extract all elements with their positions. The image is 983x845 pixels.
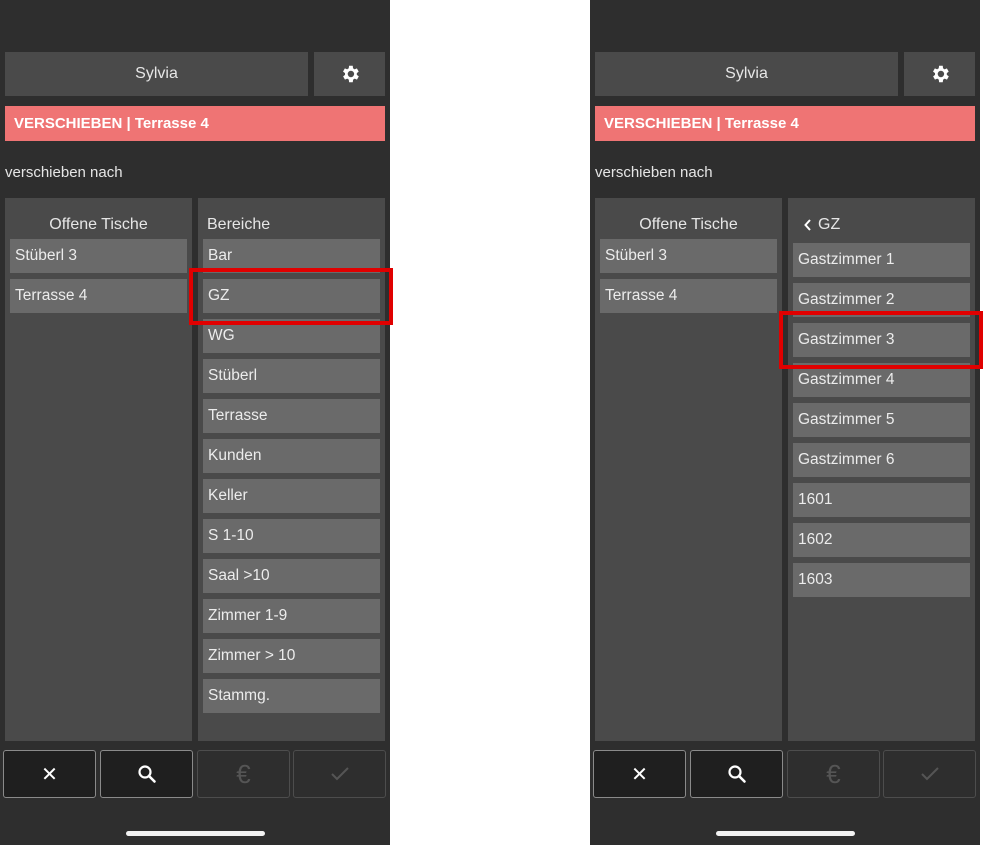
area-item-kunden[interactable]: Kunden: [203, 439, 380, 473]
cancel-button[interactable]: ✕: [3, 750, 96, 798]
move-banner: VERSCHIEBEN | Terrasse 4: [595, 106, 975, 141]
move-banner: VERSCHIEBEN | Terrasse 4: [5, 106, 385, 141]
back-button[interactable]: GZ: [804, 216, 840, 234]
pay-button[interactable]: €: [787, 750, 880, 798]
right-screen: Sylvia VERSCHIEBEN | Terrasse 4 verschie…: [590, 0, 980, 845]
area-item-terrasse[interactable]: Terrasse: [203, 399, 380, 433]
area-item-stammg[interactable]: Stammg.: [203, 679, 380, 713]
highlight-box-gz: [189, 268, 393, 325]
bottom-toolbar: ✕ €: [3, 750, 388, 800]
open-tables-panel: Offene Tische Stüberl 3 Terrasse 4: [5, 198, 192, 741]
gear-icon: [342, 65, 359, 83]
room-item[interactable]: 1601: [793, 483, 970, 517]
room-item[interactable]: 1603: [793, 563, 970, 597]
room-item[interactable]: Gastzimmer 6: [793, 443, 970, 477]
areas-title: Bereiche: [207, 216, 271, 233]
move-to-label: verschieben nach: [595, 164, 713, 181]
left-screen: Sylvia VERSCHIEBEN | Terrasse 4 verschie…: [0, 0, 390, 845]
euro-icon: €: [826, 758, 841, 789]
check-icon: [330, 767, 349, 781]
home-indicator: [716, 831, 855, 836]
close-icon: ✕: [631, 763, 648, 786]
user-button[interactable]: Sylvia: [5, 52, 308, 96]
chevron-left-icon: [804, 219, 811, 231]
area-item-zimmer-10[interactable]: Zimmer > 10: [203, 639, 380, 673]
area-item-s1-10[interactable]: S 1-10: [203, 519, 380, 553]
pay-button[interactable]: €: [197, 750, 290, 798]
highlight-box-gastzimmer-3: [779, 311, 983, 369]
room-item[interactable]: Gastzimmer 5: [793, 403, 970, 437]
open-table-item[interactable]: Terrasse 4: [600, 279, 777, 313]
settings-button[interactable]: [904, 52, 975, 96]
open-table-item[interactable]: Stüberl 3: [600, 239, 777, 273]
room-item[interactable]: 1602: [793, 523, 970, 557]
close-icon: ✕: [41, 763, 58, 786]
check-icon: [920, 767, 939, 781]
settings-button[interactable]: [314, 52, 385, 96]
open-tables-title: Offene Tische: [49, 216, 148, 233]
search-icon: [727, 765, 746, 783]
open-table-item[interactable]: Stüberl 3: [10, 239, 187, 273]
cancel-button[interactable]: ✕: [593, 750, 686, 798]
room-item[interactable]: Gastzimmer 1: [793, 243, 970, 277]
confirm-button[interactable]: [883, 750, 976, 798]
user-button[interactable]: Sylvia: [595, 52, 898, 96]
home-indicator: [126, 831, 265, 836]
open-table-item[interactable]: Terrasse 4: [10, 279, 187, 313]
open-tables-title: Offene Tische: [639, 216, 738, 233]
euro-icon: €: [236, 758, 251, 789]
area-item-zimmer-1-9[interactable]: Zimmer 1-9: [203, 599, 380, 633]
open-tables-panel: Offene Tische Stüberl 3 Terrasse 4: [595, 198, 782, 741]
back-title-label: GZ: [818, 216, 841, 233]
area-item-keller[interactable]: Keller: [203, 479, 380, 513]
move-to-label: verschieben nach: [5, 164, 123, 181]
search-button[interactable]: [100, 750, 193, 798]
search-icon: [137, 765, 156, 783]
bottom-toolbar: ✕ €: [593, 750, 978, 800]
area-item-saal[interactable]: Saal >10: [203, 559, 380, 593]
confirm-button[interactable]: [293, 750, 386, 798]
area-item-stueberl[interactable]: Stüberl: [203, 359, 380, 393]
search-button[interactable]: [690, 750, 783, 798]
gear-icon: [932, 65, 949, 83]
rooms-panel: GZ Gastzimmer 1 Gastzimmer 2 Gastzimmer …: [788, 198, 975, 741]
